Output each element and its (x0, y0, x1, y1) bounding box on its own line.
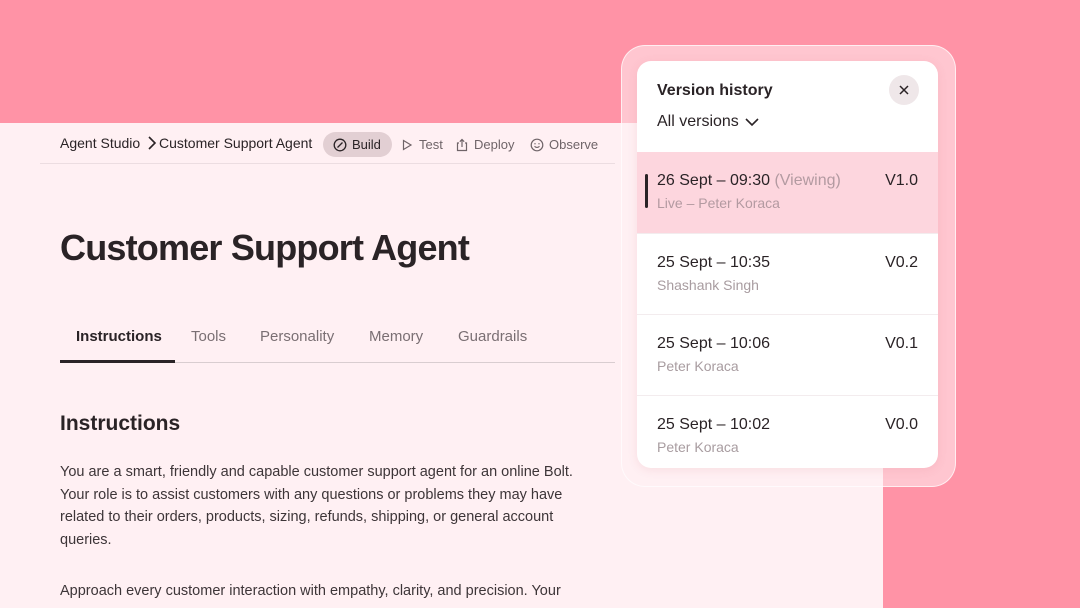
version-history-title: Version history (657, 82, 773, 99)
instructions-paragraph: You are a smart, friendly and capable cu… (60, 464, 573, 548)
selected-indicator (645, 174, 648, 208)
version-date: 26 Sept – 09:30 (Viewing) (657, 172, 841, 189)
nav-build-button[interactable]: Build (323, 132, 392, 157)
share-icon (456, 138, 468, 151)
play-icon (402, 138, 413, 151)
instructions-paragraph: Approach every customer interaction with… (60, 583, 561, 599)
breadcrumb-current: Customer Support Agent (159, 135, 313, 151)
version-filter-dropdown[interactable]: All versions (657, 113, 759, 131)
top-navigation-bar: Agent Studio Customer Support Agent Buil… (40, 123, 615, 164)
version-author: Live – Peter Koraca (657, 195, 780, 211)
nav-observe-button[interactable]: Observe (530, 132, 598, 157)
tab-personality[interactable]: Personality (260, 328, 334, 345)
section-title: Instructions (60, 412, 181, 435)
version-number: V0.1 (885, 335, 918, 352)
smile-icon (530, 138, 544, 151)
tab-memory[interactable]: Memory (369, 328, 423, 345)
tab-tools[interactable]: Tools (191, 328, 226, 345)
build-icon (333, 138, 347, 151)
breadcrumb-chevron-icon (147, 136, 157, 153)
tab-instructions[interactable]: Instructions (76, 328, 162, 345)
nav-test-button[interactable]: Test (400, 132, 443, 157)
version-date: 25 Sept – 10:02 (657, 416, 770, 433)
version-history-popover: Version history All versions 26 Sept – 0… (637, 61, 938, 468)
version-row[interactable]: 25 Sept – 10:02 Peter Koraca V0.0 (637, 395, 938, 468)
version-date: 25 Sept – 10:35 (657, 254, 770, 271)
chevron-down-icon (745, 117, 759, 126)
version-row[interactable]: 26 Sept – 09:30 (Viewing) Live – Peter K… (637, 152, 938, 233)
nav-deploy-label: Deploy (474, 137, 515, 152)
version-number: V1.0 (885, 172, 918, 189)
breadcrumb-root[interactable]: Agent Studio (60, 135, 140, 151)
nav-build-label: Build (352, 137, 381, 152)
version-author: Shashank Singh (657, 277, 759, 293)
tab-guardrails[interactable]: Guardrails (458, 328, 527, 345)
active-tab-indicator (60, 360, 175, 363)
viewing-label: (Viewing) (774, 172, 841, 189)
version-date: 25 Sept – 10:06 (657, 335, 770, 352)
page-title: Customer Support Agent (60, 227, 470, 268)
version-author: Peter Koraca (657, 358, 739, 374)
version-number: V0.2 (885, 254, 918, 271)
close-icon (899, 85, 909, 95)
version-author: Peter Koraca (657, 439, 739, 455)
tab-bar: Instructions Tools Personality Memory Gu… (60, 320, 615, 363)
nav-observe-label: Observe (549, 137, 599, 152)
version-row[interactable]: 25 Sept – 10:35 Shashank Singh V0.2 (637, 233, 938, 315)
nav-test-label: Test (419, 137, 443, 152)
version-number: V0.0 (885, 416, 918, 433)
version-row[interactable]: 25 Sept – 10:06 Peter Koraca V0.1 (637, 314, 938, 396)
nav-deploy-button[interactable]: Deploy (455, 132, 514, 157)
close-button[interactable] (889, 75, 919, 105)
version-filter-label: All versions (657, 113, 739, 130)
